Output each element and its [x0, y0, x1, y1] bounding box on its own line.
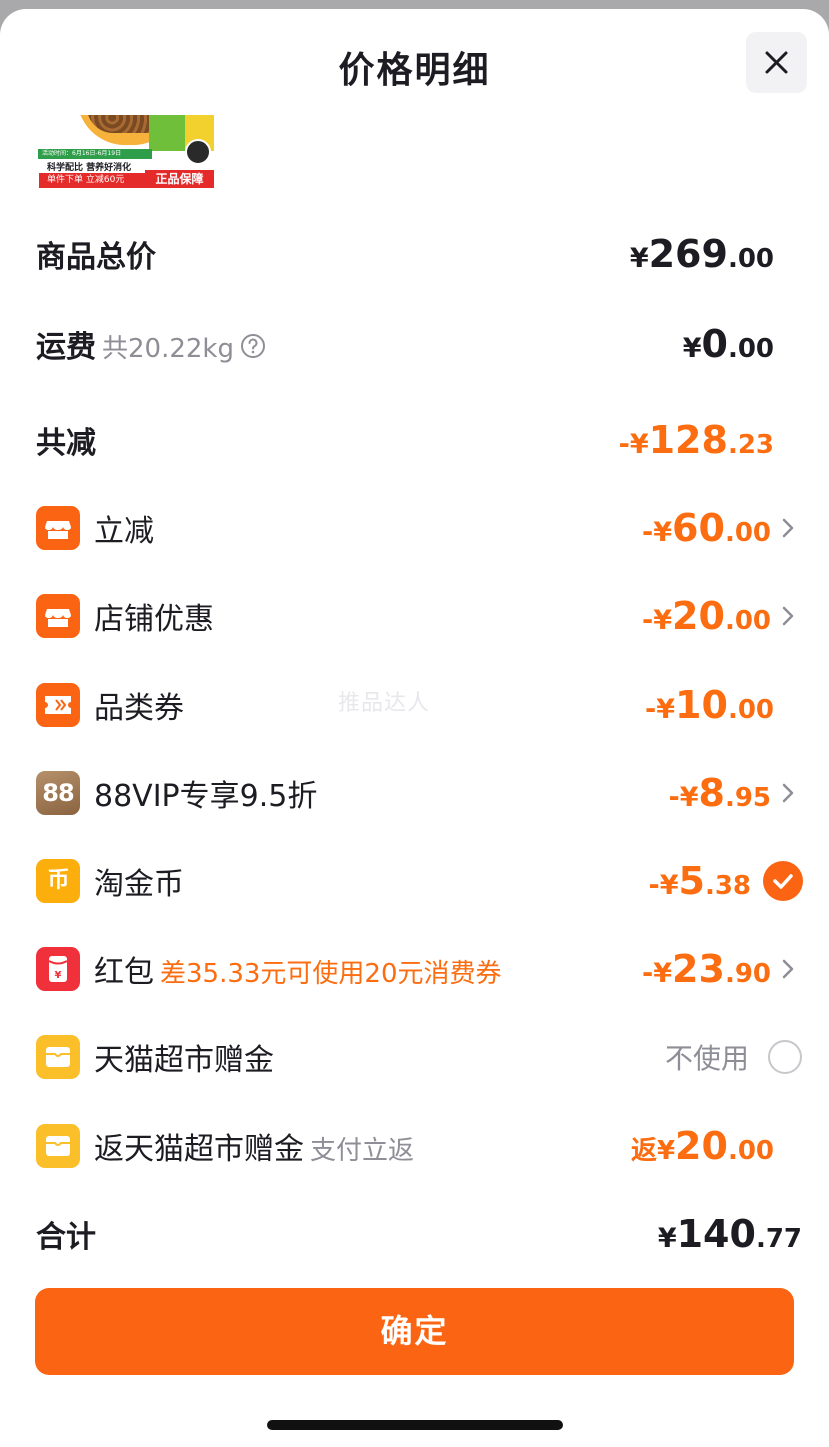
discount-label: 返天猫超市赠金 支付立返 [94, 1132, 415, 1167]
discount-label: 淘金币 [94, 867, 184, 902]
total-reduce-label: 共减 [36, 426, 96, 461]
discount-label: 店铺优惠 [94, 602, 214, 637]
discount-label: 红包 差35.33元可使用20元消费券 [94, 955, 502, 990]
goods-total-row: 商品总价 ¥269.00 [0, 224, 829, 284]
shipping-amount: ¥0.00 [682, 322, 774, 366]
chevron-right-icon [782, 783, 794, 803]
promo-date: 活动时间：6月16日-6月19日 [38, 149, 152, 159]
return-amount: 返¥20.00 [630, 1124, 774, 1168]
discount-label: 品类券 [94, 691, 184, 726]
total-label: 合计 [36, 1220, 96, 1255]
discount-label: 天猫超市赠金 [94, 1043, 274, 1078]
shipping-row: 运费 共20.22kg ¥0.00 [0, 314, 829, 374]
home-indicator [267, 1420, 563, 1430]
discount-amount: -¥20.00 [642, 594, 771, 638]
svg-text:¥: ¥ [55, 970, 62, 981]
discount-row-taojinbi[interactable]: 币 淘金币 -¥5.38 [0, 851, 829, 911]
goods-total-label: 商品总价 [36, 240, 156, 275]
discount-row-tmall-credit[interactable]: 天猫超市赠金 不使用 [0, 1027, 829, 1087]
goods-total-amount: ¥269.00 [629, 232, 774, 276]
discount-amount: -¥23.90 [642, 947, 771, 991]
discount-row-shop[interactable]: 店铺优惠 -¥20.00 [0, 586, 829, 646]
close-button[interactable] [746, 32, 807, 93]
shop-icon [36, 506, 80, 550]
discount-amount: -¥5.38 [648, 859, 751, 903]
chevron-right-icon [782, 518, 794, 538]
wallet-icon [36, 1124, 80, 1168]
shipping-label: 运费 共20.22kg [36, 322, 266, 366]
discount-row-instant[interactable]: 立减 -¥60.00 [0, 498, 829, 558]
not-use-text: 不使用 [664, 1042, 749, 1075]
discount-label: 立减 [94, 514, 154, 549]
checkbox-checked[interactable] [763, 861, 803, 901]
shop-icon [36, 594, 80, 638]
promo-subtitle: 科学配比 营养好消化 [47, 163, 132, 173]
ticket-icon [36, 683, 80, 727]
discount-row-88vip[interactable]: 88 88VIP专享9.5折 -¥8.95 [0, 763, 829, 823]
chevron-right-icon [782, 606, 794, 626]
wallet-icon [36, 1035, 80, 1079]
total-amount: ¥140.77 [657, 1212, 802, 1256]
confirm-button[interactable]: 确定 [35, 1288, 794, 1375]
discount-amount: -¥10.00 [645, 683, 774, 727]
coin-icon: 币 [36, 859, 80, 903]
promo-strip: 单件下单 立减60元 [39, 173, 151, 188]
vip-88-icon: 88 [36, 771, 80, 815]
total-reduce-row: 共减 -¥128.23 [0, 410, 829, 470]
authentic-badge: 正品保障 [145, 170, 214, 188]
total-reduce-amount: -¥128.23 [618, 418, 774, 462]
discount-label: 88VIP专享9.5折 [94, 779, 318, 814]
help-icon[interactable] [240, 333, 266, 359]
tmall-cat-icon [185, 139, 211, 165]
red-packet-hint: 差35.33元可使用20元消费券 [160, 959, 502, 989]
discount-row-tmall-credit-return: 返天猫超市赠金 支付立返 返¥20.00 [0, 1116, 829, 1176]
discount-amount: -¥8.95 [668, 771, 771, 815]
check-icon [773, 874, 793, 889]
page-title: 价格明细 [338, 50, 491, 91]
close-icon [765, 51, 788, 74]
chevron-right-icon [782, 959, 794, 979]
discount-amount: -¥60.00 [642, 506, 771, 550]
return-hint: 支付立返 [310, 1136, 415, 1166]
radio-unchecked[interactable] [768, 1040, 802, 1074]
shipping-weight: 共20.22kg [102, 334, 234, 364]
watermark: 推品达人 [338, 691, 431, 716]
discount-row-red-packet[interactable]: ¥ 红包 差35.33元可使用20元消费券 -¥23.90 [0, 939, 829, 999]
product-image: 活动时间：6月16日-6月19日 科学配比 营养好消化 单件下单 立减60元 正… [35, 115, 214, 188]
red-packet-icon: ¥ [36, 947, 80, 991]
total-row: 合计 ¥140.77 [0, 1204, 829, 1264]
price-detail-sheet: 价格明细 活动时间：6月16日-6月19日 科学配比 营养好消化 单件下单 立减… [0, 9, 829, 1447]
